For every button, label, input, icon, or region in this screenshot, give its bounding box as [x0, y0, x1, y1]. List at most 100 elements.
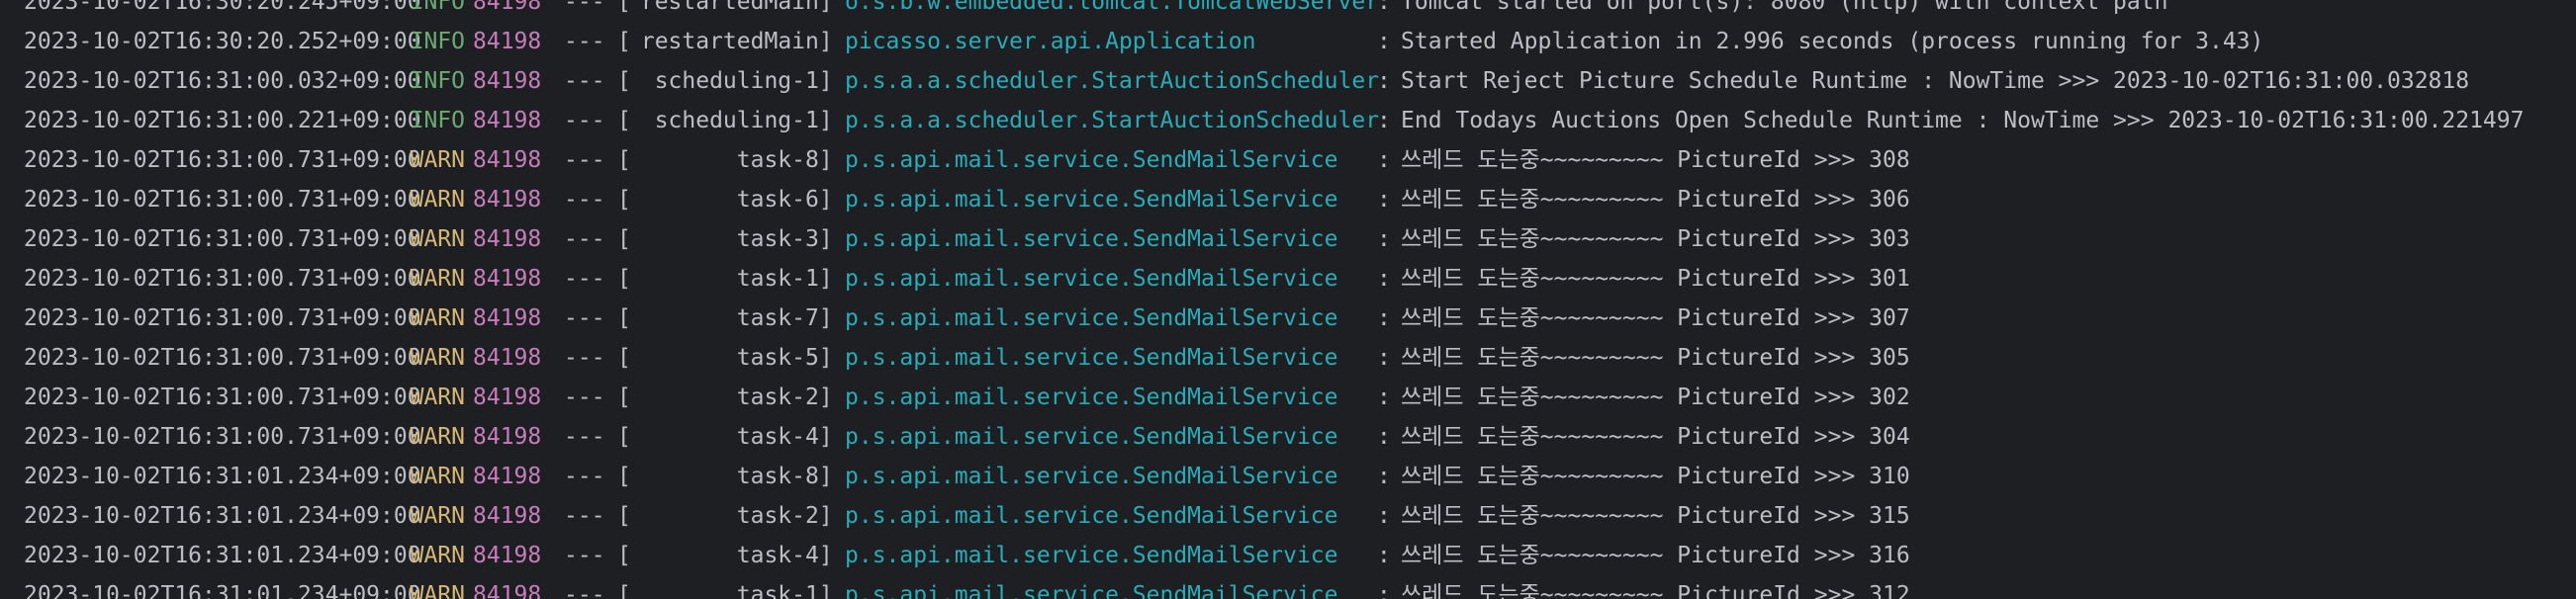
- log-logger[interactable]: p.s.api.mail.service.SendMailService: [841, 378, 1377, 417]
- log-separator: ---: [564, 305, 605, 331]
- log-logger[interactable]: p.s.api.mail.service.SendMailService: [841, 417, 1377, 457]
- thread-open-bracket: [: [617, 464, 631, 489]
- thread-close-bracket: ]: [818, 345, 833, 371]
- log-separator: ---: [564, 385, 605, 410]
- log-line: 2023-10-02T16:31:00.221+09:00 INFO 84198…: [0, 101, 2524, 140]
- log-logger[interactable]: p.s.api.mail.service.SendMailService: [841, 338, 1377, 378]
- log-pid: 84198: [473, 424, 542, 450]
- log-logger[interactable]: p.s.api.mail.service.SendMailService: [841, 299, 1377, 338]
- log-line: 2023-10-02T16:30:20.252+09:00 INFO 84198…: [0, 22, 2524, 61]
- thread-close-bracket: ]: [818, 0, 833, 15]
- log-logger[interactable]: p.s.api.mail.service.SendMailService: [841, 457, 1377, 496]
- thread-open-bracket: [: [617, 424, 631, 450]
- log-message: 쓰레드 도는중~~~~~~~~~ PictureId >>> 304: [1401, 424, 1910, 450]
- thread-open-bracket: [: [617, 226, 631, 252]
- log-line: 2023-10-02T16:31:01.234+09:00 WARN 84198…: [0, 575, 2524, 599]
- log-colon: :: [1377, 108, 1391, 133]
- thread-close-bracket: ]: [818, 424, 833, 450]
- log-line: 2023-10-02T16:31:01.234+09:00 WARN 84198…: [0, 457, 2524, 496]
- thread-open-bracket: [: [617, 187, 631, 213]
- log-separator: ---: [564, 187, 605, 213]
- log-logger[interactable]: p.s.api.mail.service.SendMailService: [841, 140, 1377, 180]
- log-colon: :: [1377, 582, 1391, 599]
- log-logger[interactable]: p.s.api.mail.service.SendMailService: [841, 259, 1377, 299]
- log-message: 쓰레드 도는중~~~~~~~~~ PictureId >>> 310: [1401, 464, 1910, 489]
- thread-close-bracket: ]: [818, 503, 833, 529]
- log-message: 쓰레드 도는중~~~~~~~~~ PictureId >>> 302: [1401, 385, 1910, 410]
- log-separator: ---: [564, 147, 605, 173]
- log-logger[interactable]: p.s.a.a.scheduler.StartAuctionScheduler: [841, 101, 1379, 140]
- log-logger[interactable]: p.s.api.mail.service.SendMailService: [841, 180, 1377, 219]
- thread-open-bracket: [: [617, 108, 631, 133]
- thread-open-bracket: [: [617, 266, 631, 292]
- log-timestamp: 2023-10-02T16:31:00.731+09:00: [24, 385, 421, 410]
- log-timestamp: 2023-10-02T16:31:00.731+09:00: [24, 187, 421, 213]
- log-thread-name: task-4: [736, 424, 819, 450]
- log-level: WARN: [410, 543, 465, 568]
- thread-close-bracket: ]: [818, 187, 833, 213]
- thread-open-bracket: [: [617, 147, 631, 173]
- log-separator: ---: [564, 345, 605, 371]
- log-logger[interactable]: p.s.api.mail.service.SendMailService: [841, 536, 1377, 575]
- log-timestamp: 2023-10-02T16:31:00.731+09:00: [24, 266, 421, 292]
- log-logger[interactable]: p.s.api.mail.service.SendMailService: [841, 219, 1377, 259]
- log-thread: [task-8]: [617, 140, 841, 180]
- log-thread-name: task-3: [736, 226, 819, 252]
- thread-close-bracket: ]: [818, 305, 833, 331]
- log-message: 쓰레드 도는중~~~~~~~~~ PictureId >>> 306: [1401, 187, 1910, 213]
- log-message: Start Reject Picture Schedule Runtime : …: [1401, 68, 2470, 94]
- log-thread-name: task-2: [736, 503, 819, 529]
- log-message: 쓰레드 도는중~~~~~~~~~ PictureId >>> 301: [1401, 266, 1910, 292]
- log-pid: 84198: [473, 464, 542, 489]
- log-colon: :: [1377, 147, 1391, 173]
- log-logger[interactable]: o.s.b.w.embedded.tomcat.TomcatWebServer: [841, 0, 1379, 22]
- log-logger[interactable]: p.s.api.mail.service.SendMailService: [841, 575, 1377, 599]
- log-timestamp: 2023-10-02T16:31:01.234+09:00: [24, 464, 421, 489]
- log-logger[interactable]: p.s.api.mail.service.SendMailService: [841, 496, 1377, 536]
- log-pid: 84198: [473, 0, 542, 15]
- log-level: WARN: [410, 226, 465, 252]
- log-timestamp: 2023-10-02T16:31:01.234+09:00: [24, 503, 421, 529]
- log-message: 쓰레드 도는중~~~~~~~~~ PictureId >>> 312: [1401, 582, 1910, 599]
- console-output[interactable]: 2023-10-02T16:30:20.245+09:00 INFO 84198…: [0, 0, 2576, 599]
- log-line: 2023-10-02T16:31:00.032+09:00 INFO 84198…: [0, 61, 2524, 101]
- log-pid: 84198: [473, 29, 542, 54]
- log-logger[interactable]: p.s.a.a.scheduler.StartAuctionScheduler: [841, 61, 1379, 101]
- thread-close-bracket: ]: [818, 464, 833, 489]
- log-separator: ---: [564, 108, 605, 133]
- thread-close-bracket: ]: [818, 226, 833, 252]
- log-level: INFO: [410, 108, 465, 133]
- log-level: WARN: [410, 147, 465, 173]
- log-pid: 84198: [473, 582, 542, 599]
- log-pid: 84198: [473, 226, 542, 252]
- log-timestamp: 2023-10-02T16:31:00.032+09:00: [24, 68, 421, 94]
- thread-open-bracket: [: [617, 68, 631, 94]
- log-timestamp: 2023-10-02T16:31:00.731+09:00: [24, 226, 421, 252]
- log-level: INFO: [410, 68, 465, 94]
- log-thread: [task-6]: [617, 180, 841, 219]
- log-line: 2023-10-02T16:31:01.234+09:00 WARN 84198…: [0, 496, 2524, 536]
- log-thread: [task-2]: [617, 378, 841, 417]
- log-colon: :: [1377, 424, 1391, 450]
- log-level: WARN: [410, 503, 465, 529]
- thread-close-bracket: ]: [818, 108, 833, 133]
- log-level: WARN: [410, 305, 465, 331]
- log-logger[interactable]: picasso.server.api.Application: [841, 22, 1377, 61]
- log-timestamp: 2023-10-02T16:31:00.731+09:00: [24, 305, 421, 331]
- log-timestamp: 2023-10-02T16:31:00.221+09:00: [24, 108, 421, 133]
- log-timestamp: 2023-10-02T16:30:20.252+09:00: [24, 29, 421, 54]
- log-line: 2023-10-02T16:31:00.731+09:00 WARN 84198…: [0, 140, 2524, 180]
- log-separator: ---: [564, 68, 605, 94]
- log-level: WARN: [410, 187, 465, 213]
- log-level: WARN: [410, 345, 465, 371]
- log-pid: 84198: [473, 187, 542, 213]
- log-thread-name: scheduling-1: [654, 108, 819, 133]
- log-thread-name: task-1: [736, 582, 819, 599]
- log-colon: :: [1377, 0, 1391, 15]
- log-separator: ---: [564, 582, 605, 599]
- log-message: 쓰레드 도는중~~~~~~~~~ PictureId >>> 307: [1401, 305, 1910, 331]
- log-thread: [restartedMain]: [617, 0, 841, 22]
- log-thread-name: task-4: [736, 543, 819, 568]
- log-pid: 84198: [473, 147, 542, 173]
- log-level: WARN: [410, 385, 465, 410]
